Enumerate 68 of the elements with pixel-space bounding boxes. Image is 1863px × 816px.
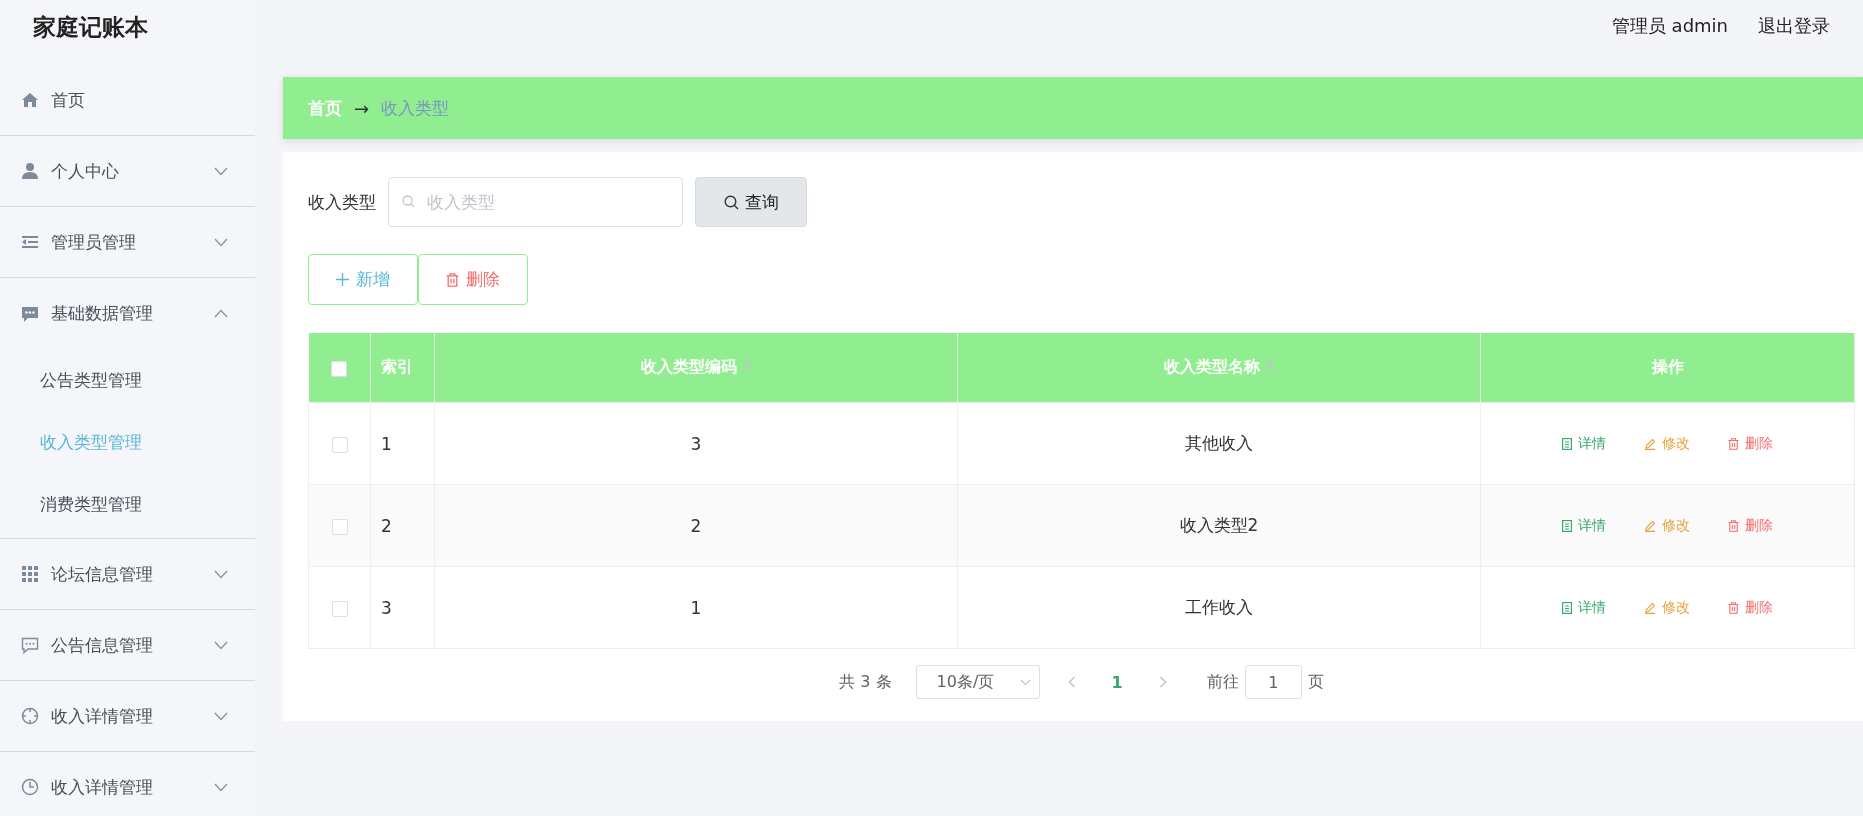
pencil-icon <box>1644 601 1656 614</box>
column-title: 索引 <box>381 357 413 376</box>
user-name: 管理员 admin <box>1611 14 1728 38</box>
table-cell: 2 <box>434 484 958 567</box>
query-button[interactable]: 查询 <box>695 177 807 227</box>
document-icon <box>1562 601 1572 614</box>
search-icon <box>723 194 739 210</box>
menu-item[interactable]: 收入详情管理 <box>0 752 255 816</box>
goto-label: 前往 <box>1206 671 1239 693</box>
table-cell: 3 <box>434 402 958 485</box>
menu-item[interactable]: 管理员管理 <box>0 207 255 278</box>
table-cell: 3 <box>370 566 435 649</box>
trash-icon <box>1728 519 1739 532</box>
crosshair-icon <box>21 707 39 725</box>
table-cell: 2 <box>370 484 435 567</box>
menu-item[interactable]: 论坛信息管理 <box>0 539 255 610</box>
app-title: 家庭记账本 <box>32 13 149 42</box>
grid-icon <box>21 565 39 583</box>
checkbox[interactable] <box>331 600 348 617</box>
list-icon <box>21 233 39 251</box>
checkbox[interactable] <box>331 518 348 535</box>
next-page-icon[interactable] <box>1158 676 1167 688</box>
table-cell: 其他收入 <box>957 402 1481 485</box>
checkbox[interactable] <box>331 436 348 453</box>
page-suffix: 页 <box>1307 671 1324 693</box>
pencil-icon <box>1644 437 1656 450</box>
menu-item[interactable]: 基础数据管理 <box>0 278 255 349</box>
detail-link[interactable]: 详情 <box>1562 598 1606 617</box>
document-icon <box>1562 519 1572 532</box>
home-icon <box>21 91 39 109</box>
column-title: 收入类型编码 <box>641 357 738 376</box>
submenu-item[interactable]: 消费类型管理 <box>0 473 255 535</box>
menu-item[interactable]: 公告信息管理 <box>0 610 255 681</box>
menu-item[interactable]: 个人中心 <box>0 136 255 207</box>
checkbox[interactable] <box>331 360 348 377</box>
column-title: 收入类型名称 <box>1164 357 1261 376</box>
previous-page-icon[interactable] <box>1067 676 1076 688</box>
total-count: 共 3 条 <box>839 671 892 693</box>
search-icon <box>402 195 415 208</box>
sort-icon[interactable] <box>742 358 751 372</box>
trash-icon <box>446 272 459 287</box>
table-cell: 1 <box>370 402 435 485</box>
detail-link[interactable]: 详情 <box>1562 434 1606 453</box>
message-icon <box>21 304 39 323</box>
table-cell: 1 <box>434 566 958 649</box>
trash-icon <box>1728 601 1739 614</box>
table-cell: 工作收入 <box>957 566 1481 649</box>
trash-icon <box>1728 437 1739 450</box>
page-input[interactable]: 1 <box>1244 665 1302 699</box>
search-field[interactable]: 收入类型 <box>388 177 683 227</box>
logout-link[interactable]: 退出登录 <box>1758 14 1830 38</box>
clock-icon <box>21 778 39 796</box>
user-icon <box>21 162 39 180</box>
menu-item[interactable]: 收入详情管理 <box>0 681 255 752</box>
pencil-icon <box>1644 519 1656 532</box>
sort-icon[interactable] <box>1265 358 1274 372</box>
table-cell: 收入类型2 <box>957 484 1481 567</box>
chat-icon <box>21 636 39 654</box>
column-title: 操作 <box>1651 357 1684 376</box>
menu-item[interactable]: 首页 <box>0 65 255 136</box>
plus-icon <box>336 273 349 286</box>
breadcrumb-item: 收入类型 <box>381 96 450 120</box>
chevron-down-icon <box>1019 678 1031 686</box>
search-label: 收入类型 <box>308 190 376 214</box>
breadcrumb-separator: → <box>354 97 370 119</box>
document-icon <box>1562 437 1572 450</box>
submenu-item[interactable]: 公告类型管理 <box>0 349 255 411</box>
page-size-select[interactable]: 10条/页 <box>915 665 1040 699</box>
